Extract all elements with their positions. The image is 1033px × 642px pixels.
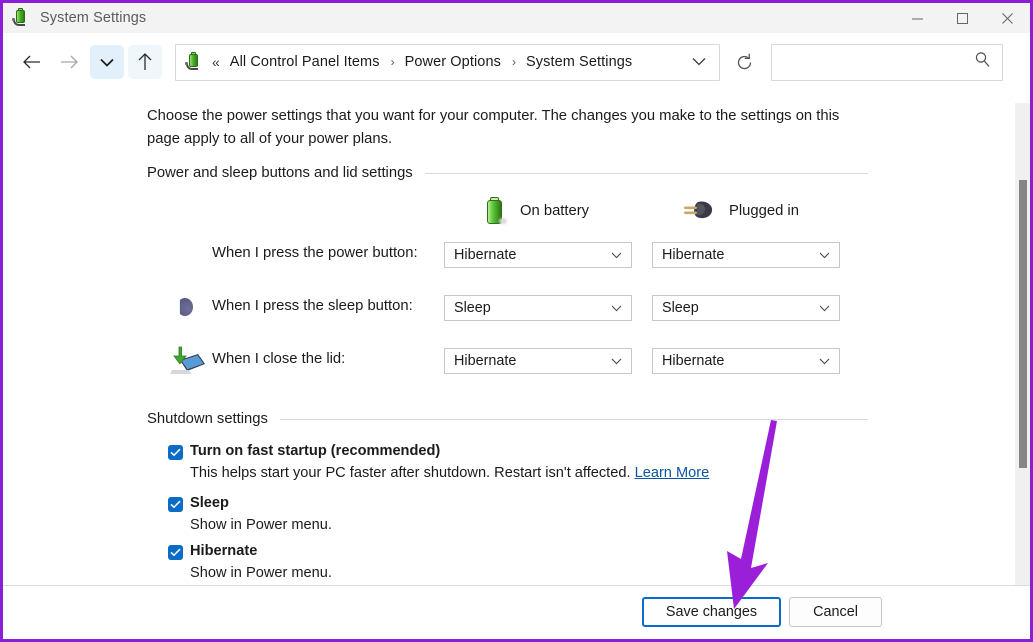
up-arrow-icon (138, 53, 152, 70)
breadcrumb-icon (185, 52, 205, 72)
column-label: Plugged in (729, 203, 799, 219)
chevron-down-icon (819, 299, 830, 317)
dropdown-close-lid-plugged-in[interactable]: Hibernate (652, 348, 840, 374)
chevron-down-icon (819, 246, 830, 264)
scrollbar-thumb[interactable] (1019, 180, 1027, 468)
checkbox-sleep[interactable] (168, 497, 183, 512)
setting-row-close-lid: When I close the lid: Hibernate Hibernat… (3, 342, 1030, 380)
up-button[interactable] (128, 45, 162, 79)
dropdown-value: Hibernate (662, 247, 725, 263)
back-arrow-icon (22, 55, 40, 69)
breadcrumb-item-all-control-panel-items[interactable]: All Control Panel Items (228, 54, 382, 70)
checkbox-label: Hibernate (190, 543, 258, 559)
window-controls (895, 3, 1030, 33)
description-text: This helps start your PC faster after sh… (190, 465, 631, 481)
recent-locations-button[interactable] (90, 45, 124, 79)
chevron-down-icon (819, 352, 830, 370)
power-plug-icon (681, 198, 717, 224)
window-title: System Settings (40, 10, 147, 26)
breadcrumb-separator[interactable]: › (512, 55, 516, 69)
search-input[interactable] (772, 44, 974, 80)
system-settings-window: System Settings « All Control Panel Item… (0, 0, 1033, 642)
back-button[interactable] (14, 45, 48, 79)
learn-more-link[interactable]: Learn More (635, 465, 710, 481)
forward-button[interactable] (52, 45, 86, 79)
battery-icon (482, 196, 508, 226)
section-header-power-sleep-lid: Power and sleep buttons and lid settings (147, 165, 868, 181)
dropdown-value: Sleep (454, 300, 491, 316)
footer-bar: Save changes Cancel (3, 585, 1030, 639)
close-button[interactable] (985, 3, 1030, 33)
checkbox-description: Show in Power menu. (190, 565, 332, 581)
intro-text: Choose the power settings that you want … (147, 108, 840, 147)
chevron-down-icon (611, 299, 622, 317)
vertical-scrollbar[interactable] (1015, 103, 1030, 585)
section-divider (424, 172, 868, 174)
setting-label: When I press the sleep button: (212, 298, 413, 314)
dropdown-value: Hibernate (454, 247, 517, 263)
address-dropdown-icon[interactable] (692, 53, 706, 71)
title-bar: System Settings (3, 3, 1030, 33)
refresh-icon (737, 53, 751, 69)
checkbox-hibernate[interactable] (168, 545, 183, 560)
power-button-icon (162, 232, 202, 272)
breadcrumb-separator[interactable]: › (391, 55, 395, 69)
column-header-plugged-in: Plugged in (681, 198, 799, 224)
laptop-lid-icon (168, 344, 205, 378)
section-divider (279, 418, 868, 420)
search-icon[interactable] (974, 51, 991, 73)
section-header-shutdown-settings: Shutdown settings (147, 411, 868, 427)
address-bar[interactable]: « All Control Panel Items › Power Option… (175, 43, 720, 81)
section-title: Shutdown settings (147, 411, 268, 427)
setting-label: When I close the lid: (212, 351, 346, 367)
dropdown-sleep-button-plugged-in[interactable]: Sleep (652, 295, 840, 321)
chevron-down-icon (611, 352, 622, 370)
forward-arrow-icon (60, 55, 78, 69)
maximize-button[interactable] (940, 3, 985, 33)
column-header-on-battery: On battery (482, 196, 589, 226)
content-area: Choose the power settings that you want … (3, 91, 1030, 585)
dropdown-value: Sleep (662, 300, 699, 316)
dropdown-power-button-on-battery[interactable]: Hibernate (444, 242, 632, 268)
dropdown-close-lid-on-battery[interactable]: Hibernate (444, 348, 632, 374)
checkbox-description: This helps start your PC faster after sh… (190, 465, 709, 481)
dropdown-value: Hibernate (662, 353, 725, 369)
breadcrumb-item-system-settings[interactable]: System Settings (524, 54, 634, 70)
search-box[interactable] (771, 43, 1003, 81)
minimize-button[interactable] (895, 3, 940, 33)
save-changes-button[interactable]: Save changes (642, 597, 781, 627)
checkbox-description: Show in Power menu. (190, 517, 332, 533)
checkbox-label: Turn on fast startup (recommended) (190, 443, 441, 459)
setting-label: When I press the power button: (212, 245, 418, 261)
chevron-down-icon (611, 246, 622, 264)
dropdown-value: Hibernate (454, 353, 517, 369)
breadcrumb-overflow[interactable]: « (212, 54, 220, 70)
setting-row-power-button: When I press the power button: Hibernate… (3, 232, 1030, 274)
setting-row-sleep-button: When I press the sleep button: Sleep Sle… (3, 289, 1030, 327)
cancel-button[interactable]: Cancel (789, 597, 882, 627)
breadcrumb-item-power-options[interactable]: Power Options (403, 54, 503, 70)
dropdown-power-button-plugged-in[interactable]: Hibernate (652, 242, 840, 268)
column-label: On battery (520, 203, 590, 219)
window-icon (12, 8, 32, 28)
checkbox-label: Sleep (190, 495, 229, 511)
dropdown-sleep-button-on-battery[interactable]: Sleep (444, 295, 632, 321)
chevron-down-icon (100, 58, 114, 67)
checkbox-fast-startup[interactable] (168, 445, 183, 460)
refresh-button[interactable] (727, 44, 761, 81)
navigation-bar: « All Control Panel Items › Power Option… (3, 33, 1030, 91)
section-title: Power and sleep buttons and lid settings (147, 165, 413, 181)
sleep-button-icon (168, 291, 202, 325)
